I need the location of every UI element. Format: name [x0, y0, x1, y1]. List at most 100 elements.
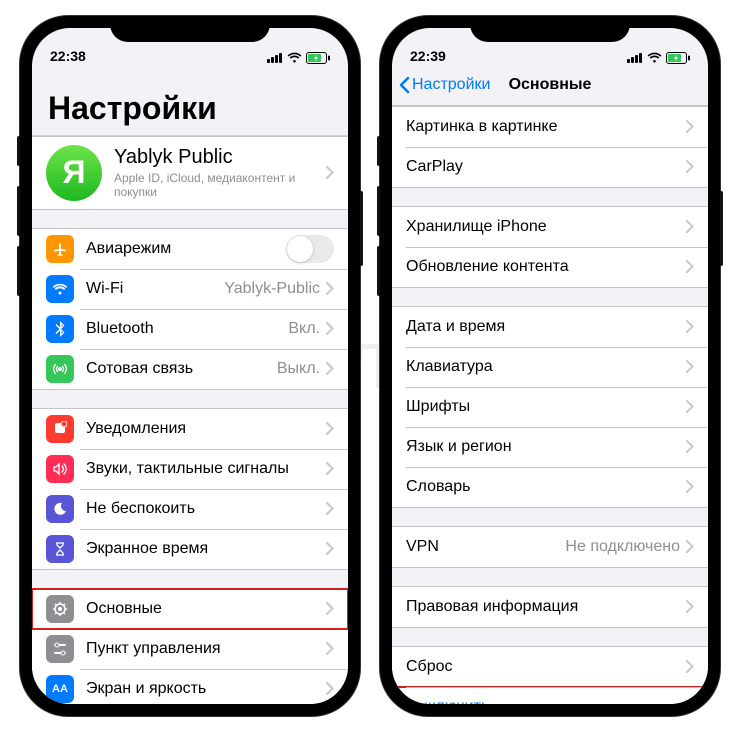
bgrefresh-row[interactable]: Обновление контента	[392, 247, 708, 287]
gear-icon	[46, 595, 74, 623]
battery-icon	[666, 52, 690, 64]
dictionary-row[interactable]: Словарь	[392, 467, 708, 507]
nav-header: Настройки Основные	[392, 66, 708, 106]
profile-name: Yablyk Public	[114, 146, 326, 169]
general-row[interactable]: Основные	[32, 589, 348, 629]
reset-label: Сброс	[406, 658, 686, 676]
apple-id-row[interactable]: Я Yablyk Public Apple ID, iCloud, медиак…	[32, 137, 348, 209]
chevron-right-icon	[326, 642, 334, 655]
pip-label: Картинка в картинке	[406, 118, 686, 136]
cellular-icon	[46, 355, 74, 383]
chevron-right-icon	[326, 542, 334, 555]
chevron-right-icon	[686, 660, 694, 673]
pip-row[interactable]: Картинка в картинке	[392, 107, 708, 147]
wifi-icon	[647, 52, 662, 63]
control-center-label: Пункт управления	[86, 640, 326, 658]
storage-row[interactable]: Хранилище iPhone	[392, 207, 708, 247]
chevron-left-icon	[398, 76, 410, 94]
chevron-right-icon	[686, 260, 694, 273]
chevron-right-icon	[686, 160, 694, 173]
chevron-right-icon	[686, 440, 694, 453]
shutdown-row[interactable]: Выключить	[392, 687, 708, 704]
notifications-icon	[46, 415, 74, 443]
chevron-right-icon	[686, 540, 694, 553]
wifi-value: Yablyk-Public	[224, 280, 320, 298]
avatar: Я	[46, 145, 102, 201]
notifications-label: Уведомления	[86, 420, 326, 438]
bluetooth-row[interactable]: Bluetooth Вкл.	[32, 309, 348, 349]
wifi-icon	[46, 275, 74, 303]
dictionary-label: Словарь	[406, 478, 686, 496]
sounds-icon	[46, 455, 74, 483]
chevron-right-icon	[686, 360, 694, 373]
bluetooth-icon	[46, 315, 74, 343]
control-center-row[interactable]: Пункт управления	[32, 629, 348, 669]
display-label: Экран и яркость	[86, 680, 326, 698]
chevron-right-icon	[686, 120, 694, 133]
notch	[470, 16, 630, 42]
legal-label: Правовая информация	[406, 598, 686, 616]
keyboard-label: Клавиатура	[406, 358, 686, 376]
bgrefresh-label: Обновление контента	[406, 258, 686, 276]
airplane-icon	[46, 235, 74, 263]
chevron-right-icon	[686, 400, 694, 413]
keyboard-row[interactable]: Клавиатура	[392, 347, 708, 387]
chevron-right-icon	[686, 480, 694, 493]
airplane-mode-row[interactable]: Авиарежим	[32, 229, 348, 269]
battery-icon	[306, 52, 330, 64]
chevron-right-icon	[326, 166, 334, 179]
signal-icon	[627, 52, 643, 63]
chevron-right-icon	[326, 682, 334, 695]
chevron-right-icon	[326, 502, 334, 515]
display-row[interactable]: AA Экран и яркость	[32, 669, 348, 704]
carplay-row[interactable]: CarPlay	[392, 147, 708, 187]
carplay-label: CarPlay	[406, 158, 686, 176]
display-icon: AA	[46, 675, 74, 703]
screentime-label: Экранное время	[86, 540, 326, 558]
status-time: 22:38	[50, 48, 110, 64]
chevron-right-icon	[326, 602, 334, 615]
general-label: Основные	[86, 600, 326, 618]
back-label: Настройки	[412, 76, 490, 94]
shutdown-label: Выключить	[406, 698, 694, 704]
airplane-toggle[interactable]	[286, 235, 334, 263]
hourglass-icon	[46, 535, 74, 563]
bluetooth-value: Вкл.	[288, 320, 320, 338]
chevron-right-icon	[686, 600, 694, 613]
wifi-row[interactable]: Wi-Fi Yablyk-Public	[32, 269, 348, 309]
langregion-label: Язык и регион	[406, 438, 686, 456]
chevron-right-icon	[326, 322, 334, 335]
notch	[110, 16, 270, 42]
datetime-row[interactable]: Дата и время	[392, 307, 708, 347]
wifi-icon	[287, 52, 302, 63]
cellular-row[interactable]: Сотовая связь Выкл.	[32, 349, 348, 389]
reset-row[interactable]: Сброс	[392, 647, 708, 687]
settings-title: Настройки	[32, 66, 348, 136]
langregion-row[interactable]: Язык и регион	[392, 427, 708, 467]
dnd-label: Не беспокоить	[86, 500, 326, 518]
fonts-label: Шрифты	[406, 398, 686, 416]
wifi-label: Wi-Fi	[86, 280, 224, 298]
phone-left: 22:38 Настройки Я Yablyk Public Apple ID…	[20, 16, 360, 716]
vpn-value: Не подключено	[565, 538, 680, 556]
phone-right: 22:39 Настройки Основные Картинка в карт…	[380, 16, 720, 716]
legal-row[interactable]: Правовая информация	[392, 587, 708, 627]
cellular-value: Выкл.	[277, 360, 320, 378]
notifications-row[interactable]: Уведомления	[32, 409, 348, 449]
chevron-right-icon	[686, 220, 694, 233]
sounds-row[interactable]: Звуки, тактильные сигналы	[32, 449, 348, 489]
chevron-right-icon	[326, 362, 334, 375]
chevron-right-icon	[326, 462, 334, 475]
nav-title: Основные	[509, 76, 592, 94]
bluetooth-label: Bluetooth	[86, 320, 288, 338]
vpn-row[interactable]: VPN Не подключено	[392, 527, 708, 567]
screentime-row[interactable]: Экранное время	[32, 529, 348, 569]
chevron-right-icon	[326, 422, 334, 435]
chevron-right-icon	[686, 320, 694, 333]
storage-label: Хранилище iPhone	[406, 218, 686, 236]
dnd-row[interactable]: Не беспокоить	[32, 489, 348, 529]
signal-icon	[267, 52, 283, 63]
fonts-row[interactable]: Шрифты	[392, 387, 708, 427]
airplane-label: Авиарежим	[86, 240, 286, 258]
back-button[interactable]: Настройки	[398, 76, 490, 94]
